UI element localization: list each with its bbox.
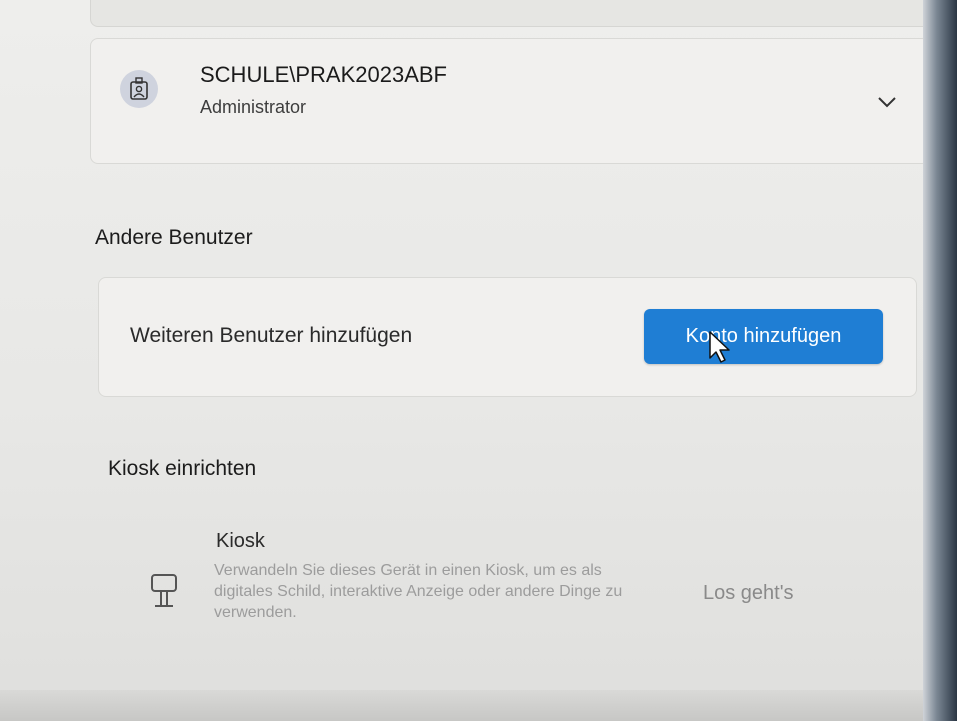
previous-card-edge	[90, 0, 937, 27]
add-account-button[interactable]: Konto hinzufügen	[644, 309, 883, 364]
kiosk-heading: Kiosk einrichten	[108, 457, 257, 480]
add-user-label: Weiteren Benutzer hinzufügen	[130, 324, 413, 347]
kiosk-get-started-button[interactable]: Los geht's	[703, 582, 794, 605]
kiosk-description: Verwandeln Sie dieses Gerät in einen Kio…	[214, 562, 623, 621]
settings-page: SCHULE\PRAK2023ABF Administrator Andere …	[0, 0, 957, 721]
other-users-heading: Andere Benutzer	[95, 226, 253, 249]
mouse-cursor-icon	[709, 331, 730, 363]
chevron-down-icon[interactable]	[876, 95, 898, 109]
kiosk-title: Kiosk	[216, 530, 265, 552]
kiosk-sign-icon	[151, 574, 177, 607]
screen-right-bezel	[923, 0, 957, 721]
account-name: SCHULE\PRAK2023ABF	[200, 62, 447, 87]
account-role: Administrator	[200, 97, 307, 117]
screen-bottom-bezel	[0, 690, 923, 721]
user-badge-icon	[120, 70, 158, 108]
